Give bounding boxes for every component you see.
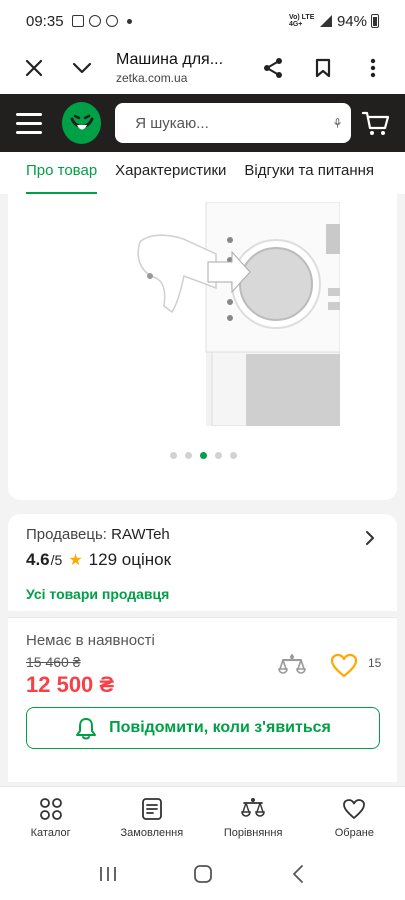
gallery-pagination (170, 452, 237, 459)
browser-toolbar: Машина для... zetka.com.ua (0, 42, 405, 94)
search-input[interactable] (135, 114, 335, 132)
product-gallery (8, 194, 397, 500)
share-button[interactable] (255, 50, 291, 86)
more-notifications-dot (126, 18, 132, 24)
cart-icon (362, 111, 390, 135)
bookmark-icon (315, 58, 331, 78)
network-type: Vo) LTE 4G+ (288, 14, 315, 28)
notification-icons (71, 15, 132, 27)
product-image[interactable] (120, 202, 340, 426)
catalog-icon (39, 797, 62, 820)
page-url: zetka.com.ua (116, 71, 188, 85)
gallery-dot[interactable] (215, 452, 222, 459)
purchase-block: Немає в наявності 15 460 ₴ 12 500 ₴ 15 П… (8, 617, 397, 782)
status-bar: 09:35 Vo) LTE 4G+ 94% (0, 0, 405, 42)
bookmark-button[interactable] (305, 50, 341, 86)
chevron-right-icon[interactable] (365, 530, 375, 546)
system-status: Vo) LTE 4G+ 94% (289, 13, 379, 30)
nav-compare[interactable]: Порівняння (203, 787, 304, 848)
favorite-heart-icon[interactable] (330, 652, 358, 680)
notify-label: Повідомити, коли з'явиться (109, 719, 331, 736)
star-icon: ★ (68, 552, 83, 569)
home-icon (193, 865, 212, 883)
battery-icon (371, 14, 379, 28)
chevron-down-icon (72, 62, 92, 74)
status-time: 09:35 (26, 12, 64, 30)
gallery-dot[interactable] (230, 452, 237, 459)
close-tab-button[interactable] (16, 50, 52, 86)
seller-label: Продавець: (26, 526, 107, 543)
site-logo[interactable] (61, 102, 102, 144)
rating-scale: /5 (50, 552, 63, 568)
rating-value: 4.6 (26, 550, 50, 569)
logo-icon (70, 114, 93, 130)
nav-orders-label: Замовлення (120, 826, 184, 839)
current-price: 12 500 ₴ (26, 672, 115, 697)
tab-reviews[interactable]: Відгуки та питання (244, 152, 374, 194)
accessibility-icon (88, 15, 101, 27)
seller-info: Продавець: RAWTeh (26, 526, 170, 543)
rating-count: 129 оцінок (88, 550, 172, 569)
recent-apps-button[interactable] (93, 859, 123, 889)
orders-icon (141, 797, 162, 820)
back-button[interactable] (283, 859, 313, 889)
close-icon (25, 59, 43, 77)
compare-icon[interactable] (278, 652, 306, 680)
home-button[interactable] (188, 859, 218, 889)
system-navigation-bar (0, 848, 405, 900)
tab-about[interactable]: Про товар (26, 152, 98, 194)
signal-icon (319, 15, 332, 27)
compare-icon (241, 797, 265, 817)
availability-status: Немає в наявності (26, 632, 155, 649)
all-seller-goods-link[interactable]: Усі товари продавця (26, 586, 169, 602)
product-tabs: Про товар Характеристики Відгуки та пита… (0, 152, 405, 194)
microphone-icon[interactable] (334, 112, 341, 134)
cart-button[interactable] (359, 105, 393, 141)
gallery-dot-active[interactable] (200, 452, 207, 459)
nav-catalog-label: Каталог (30, 826, 71, 839)
browser-menu-button[interactable] (355, 50, 391, 86)
nav-compare-label: Порівняння (223, 826, 283, 839)
favorites-count: 15 (368, 656, 382, 670)
notify-when-available-button[interactable]: Повідомити, коли з'явиться (26, 707, 380, 749)
bottom-navigation: Каталог Замовлення Порівняння Обране (0, 786, 405, 848)
minimize-tab-button[interactable] (64, 50, 100, 86)
seller-rating: 4.6 /5 ★ 129 оцінок (26, 550, 171, 570)
search-box[interactable] (115, 103, 352, 143)
recent-apps-icon (99, 867, 116, 881)
nav-catalog[interactable]: Каталог (0, 787, 101, 848)
bell-icon (76, 718, 97, 740)
back-icon (292, 865, 303, 883)
nav-favorites-label: Обране (334, 826, 375, 839)
old-price: 15 460 ₴ (26, 654, 81, 670)
share-icon (264, 58, 282, 78)
more-vert-icon (370, 58, 376, 78)
gallery-icon (71, 15, 84, 27)
gallery-dot[interactable] (185, 452, 192, 459)
tab-characteristics[interactable]: Характеристики (115, 152, 226, 194)
seller-name: RAWTeh (111, 526, 170, 543)
gallery-dot[interactable] (170, 452, 177, 459)
nav-favorites[interactable]: Обране (304, 787, 405, 848)
page-title-block: Машина для... zetka.com.ua (116, 51, 223, 85)
battery-percent: 94% (336, 12, 367, 30)
heart-icon (343, 798, 366, 819)
site-header (0, 94, 405, 152)
nav-orders[interactable]: Замовлення (101, 787, 202, 848)
chrome-icon (105, 15, 118, 27)
seller-card[interactable]: Продавець: RAWTeh 4.6 /5 ★ 129 оцінок Ус… (8, 514, 397, 611)
page-title: Машина для... (116, 51, 224, 68)
menu-button[interactable] (16, 105, 50, 141)
